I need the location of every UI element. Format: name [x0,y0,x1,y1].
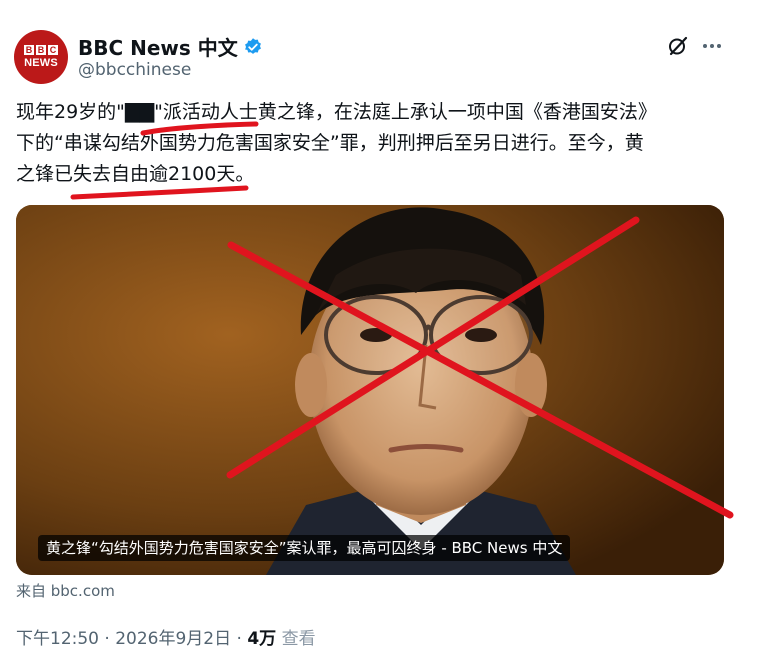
tweet-time[interactable]: 下午12:50 [16,629,99,649]
grok-icon[interactable] [666,34,690,58]
red-underline-annotation-2 [70,185,249,200]
link-source[interactable]: 来自 bbc.com [16,580,115,601]
bbc-logo-c: C [48,45,58,55]
meta-separator-2: · [236,629,242,649]
tweet-card: B B C NEWS BBC News 中文 @bbcchinese 现年29岁… [0,0,758,670]
account-name-text[interactable]: BBC News 中文 [78,32,238,61]
bbc-logo-b1: B [24,45,34,55]
tweet-date[interactable]: 2026年9月2日 [115,629,231,649]
meta-separator: · [104,629,110,649]
avatar[interactable]: B B C NEWS [14,30,68,84]
media-caption[interactable]: 黄之锋“勾结外国势力危害国家安全”案认罪，最高可囚终身 - BBC News 中… [38,535,571,561]
bbc-logo: B B C [24,45,58,55]
verified-badge-icon [244,37,261,54]
account-handle[interactable]: @bbcchinese [78,60,191,80]
more-options-icon[interactable] [700,34,724,58]
red-underline-annotation [140,121,259,136]
tweet-text-line-1: 现年29岁的"▇▇"派活动人士黄之锋，在法庭上承认一项中国《香港国安法》 [16,101,657,123]
media-card[interactable]: 黄之锋“勾结外国势力危害国家安全”案认罪，最高可囚终身 - BBC News 中… [16,205,724,575]
tweet-text-line-2: 下的“串谋勾结外国势力危害国家安全”罪，判刑押后至另日进行。至今，黄 [16,132,644,154]
tweet-text: 现年29岁的"▇▇"派活动人士黄之锋，在法庭上承认一项中国《香港国安法》 下的“… [16,97,728,190]
views-count: 4万 [247,629,277,649]
tweet-meta: 下午12:50 · 2026年9月2日 · 4万 查看 [16,624,316,649]
news-photo [16,205,724,575]
avatar-news-label: NEWS [24,57,58,69]
views-label: 查看 [281,629,316,649]
account-display-name[interactable]: BBC News 中文 [78,32,263,61]
bbc-logo-b2: B [36,45,46,55]
